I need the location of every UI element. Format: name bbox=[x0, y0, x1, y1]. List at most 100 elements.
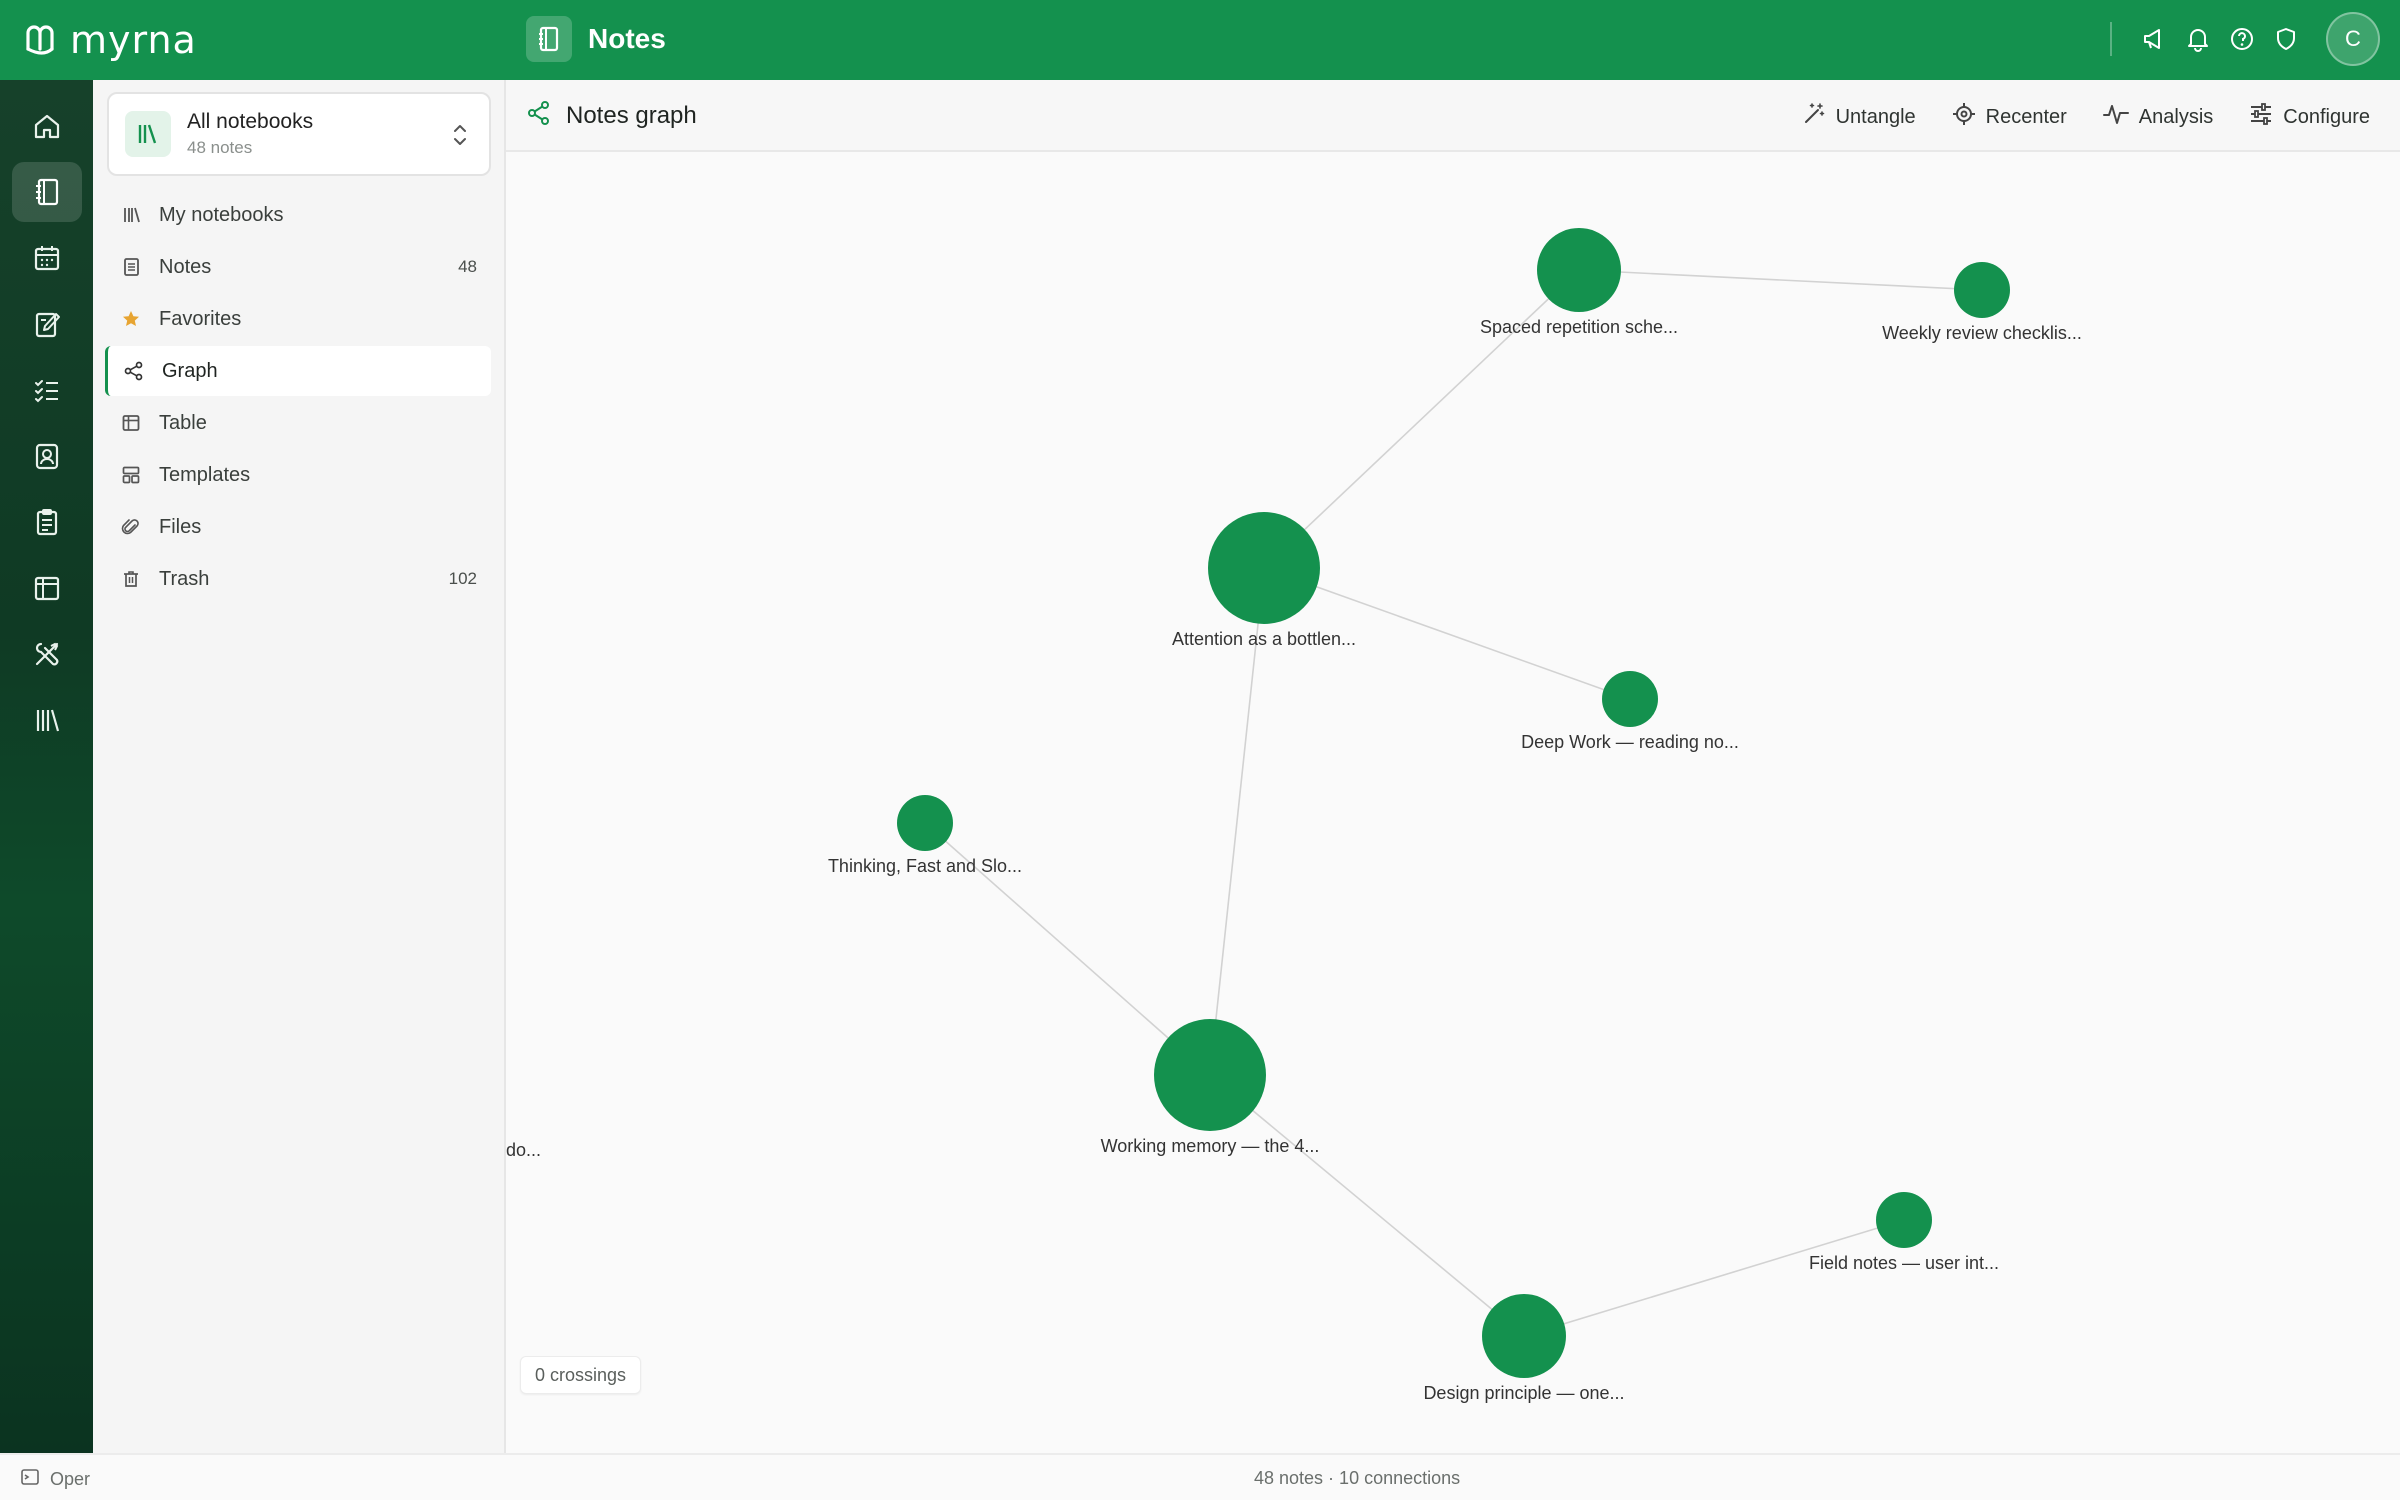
table-icon bbox=[119, 411, 143, 435]
graph-node-circle[interactable] bbox=[1208, 512, 1320, 624]
help-icon[interactable] bbox=[2224, 21, 2260, 57]
sidebar-item-count: 102 bbox=[448, 569, 477, 588]
rail-contacts-icon[interactable] bbox=[12, 426, 82, 486]
rail-clipboard-icon[interactable] bbox=[12, 492, 82, 552]
sidebar-item-templates[interactable]: Templates bbox=[105, 450, 491, 500]
graph-node-label: Spaced repetition sche... bbox=[1480, 317, 1678, 337]
page-title: Notes graph bbox=[566, 101, 697, 129]
graph-node[interactable]: Spaced repetition sche... bbox=[1480, 228, 1678, 337]
graph-node[interactable]: Thinking, Fast and Slo... bbox=[828, 795, 1022, 876]
analysis-label: Analysis bbox=[2138, 105, 2214, 128]
crossings-badge: 0 crossings bbox=[520, 1356, 642, 1394]
graph-node[interactable]: Attention as a bottlen... bbox=[1172, 512, 1356, 649]
graph-edge bbox=[1263, 269, 1580, 569]
configure-button[interactable]: Configure bbox=[2249, 102, 2370, 132]
graph-node-circle[interactable] bbox=[1876, 1192, 1932, 1248]
graph-node-label: Design principle — one... bbox=[1423, 1383, 1624, 1403]
notes-sidebar: All notebooks 48 notes My notebooks Note… bbox=[93, 80, 506, 1453]
notebook-selector-count: 48 notes bbox=[187, 138, 253, 157]
sidebar-item-notes[interactable]: Notes 48 bbox=[105, 242, 491, 292]
open-terminal-button[interactable]: Oper bbox=[20, 1467, 94, 1492]
graph-header: Notes graph Untangle Recenter Analysis C… bbox=[506, 80, 2400, 152]
rail-table-icon[interactable] bbox=[12, 558, 82, 618]
sidebar-item-label: My notebooks bbox=[159, 203, 284, 226]
library-icon bbox=[119, 203, 143, 227]
sidebar-item-trash[interactable]: Trash 102 bbox=[105, 554, 491, 604]
user-avatar[interactable]: C bbox=[2326, 12, 2380, 66]
templates-icon bbox=[119, 463, 143, 487]
sidebar-item-count: 48 bbox=[458, 257, 477, 276]
brand-logo[interactable]: myrna bbox=[22, 18, 197, 62]
graph-node-label: Thinking, Fast and Slo... bbox=[828, 856, 1022, 876]
sidebar-item-label: Favorites bbox=[159, 307, 242, 330]
graph-node-label: Field notes — user int... bbox=[1809, 1253, 1999, 1273]
rail-library-icon[interactable] bbox=[12, 690, 82, 750]
share-graph-icon bbox=[526, 100, 552, 131]
note-icon bbox=[119, 255, 143, 279]
configure-label: Configure bbox=[2283, 105, 2370, 128]
graph-node[interactable]: Weekly review checklis... bbox=[1882, 262, 2082, 343]
untangle-button[interactable]: Untangle bbox=[1802, 102, 1916, 132]
graph-node-label: Weekly review checklis... bbox=[1882, 323, 2082, 343]
rail-home-icon[interactable] bbox=[12, 96, 82, 156]
graph-node[interactable]: Field notes — user int... bbox=[1809, 1192, 1999, 1273]
sidebar-item-favorites[interactable]: Favorites bbox=[105, 294, 491, 344]
terminal-icon bbox=[20, 1467, 40, 1492]
graph-node-circle[interactable] bbox=[1954, 262, 2010, 318]
graph-canvas[interactable]: Spaced repetition sche... Weekly review c… bbox=[506, 152, 2400, 1453]
sidebar-item-graph[interactable]: Graph bbox=[105, 346, 491, 396]
sidebar-item-label: Graph bbox=[162, 359, 218, 382]
rail-notes-icon[interactable] bbox=[12, 162, 82, 222]
brand-mark-icon bbox=[26, 25, 54, 55]
notebook-selector-title: All notebooks bbox=[187, 110, 314, 133]
rail-tools-icon[interactable] bbox=[12, 624, 82, 684]
sidebar-item-label: Table bbox=[159, 411, 207, 434]
paperclip-icon bbox=[119, 515, 143, 539]
analysis-button[interactable]: Analysis bbox=[2102, 102, 2214, 132]
app-rail bbox=[0, 80, 93, 1453]
megaphone-icon[interactable] bbox=[2136, 21, 2172, 57]
section-header: Notes bbox=[526, 16, 666, 62]
graph-node-circle[interactable] bbox=[1154, 1019, 1266, 1131]
graph-node-circle[interactable] bbox=[1537, 228, 1621, 312]
graph-node-circle[interactable] bbox=[897, 795, 953, 851]
library-icon bbox=[125, 111, 171, 157]
sidebar-item-label: Notes bbox=[159, 255, 212, 278]
rail-tasks-icon[interactable] bbox=[12, 360, 82, 420]
sidebar-item-my-notebooks[interactable]: My notebooks bbox=[105, 190, 491, 240]
section-title: Notes bbox=[588, 23, 666, 54]
graph-node-circle[interactable] bbox=[1602, 671, 1658, 727]
recenter-button[interactable]: Recenter bbox=[1952, 102, 2067, 132]
bell-icon[interactable] bbox=[2180, 21, 2216, 57]
rail-calendar-icon[interactable] bbox=[12, 228, 82, 288]
notes-graph[interactable]: Spaced repetition sche... Weekly review c… bbox=[506, 152, 2400, 1453]
star-icon bbox=[119, 307, 143, 331]
notebook-selector[interactable]: All notebooks 48 notes bbox=[107, 92, 491, 176]
graph-edge bbox=[1523, 1219, 1905, 1337]
magic-wand-icon bbox=[1802, 102, 1826, 132]
share-graph-icon bbox=[122, 359, 146, 383]
brand-name: myrna bbox=[70, 18, 197, 62]
sidebar-item-files[interactable]: Files bbox=[105, 502, 491, 552]
graph-node-circle[interactable] bbox=[1482, 1294, 1566, 1378]
target-icon bbox=[1952, 102, 1976, 132]
chevron-up-down-icon bbox=[451, 122, 469, 153]
untangle-label: Untangle bbox=[1835, 105, 1916, 128]
status-bar: Oper 48 notes · 10 connections bbox=[0, 1453, 2400, 1500]
graph-edge bbox=[1578, 269, 1983, 291]
sidebar-item-label: Files bbox=[159, 515, 202, 538]
graph-node-label: do... bbox=[506, 1140, 541, 1160]
graph-node[interactable]: Working memory — the 4... bbox=[1101, 1019, 1320, 1156]
recenter-label: Recenter bbox=[1985, 105, 2067, 128]
graph-node-label: Attention as a bottlen... bbox=[1172, 629, 1356, 649]
graph-node[interactable]: Deep Work — reading no... bbox=[1521, 671, 1739, 752]
graph-node[interactable]: Design principle — one... bbox=[1423, 1294, 1625, 1403]
top-actions: C bbox=[2110, 12, 2380, 66]
top-divider bbox=[2110, 22, 2112, 56]
shield-icon[interactable] bbox=[2268, 21, 2304, 57]
graph-node-label: Deep Work — reading no... bbox=[1521, 732, 1739, 752]
rail-journal-icon[interactable] bbox=[12, 294, 82, 354]
graph-node[interactable]: do... bbox=[506, 1079, 541, 1160]
top-bar: myrna Notes C bbox=[0, 0, 2400, 80]
sidebar-item-table[interactable]: Table bbox=[105, 398, 491, 448]
